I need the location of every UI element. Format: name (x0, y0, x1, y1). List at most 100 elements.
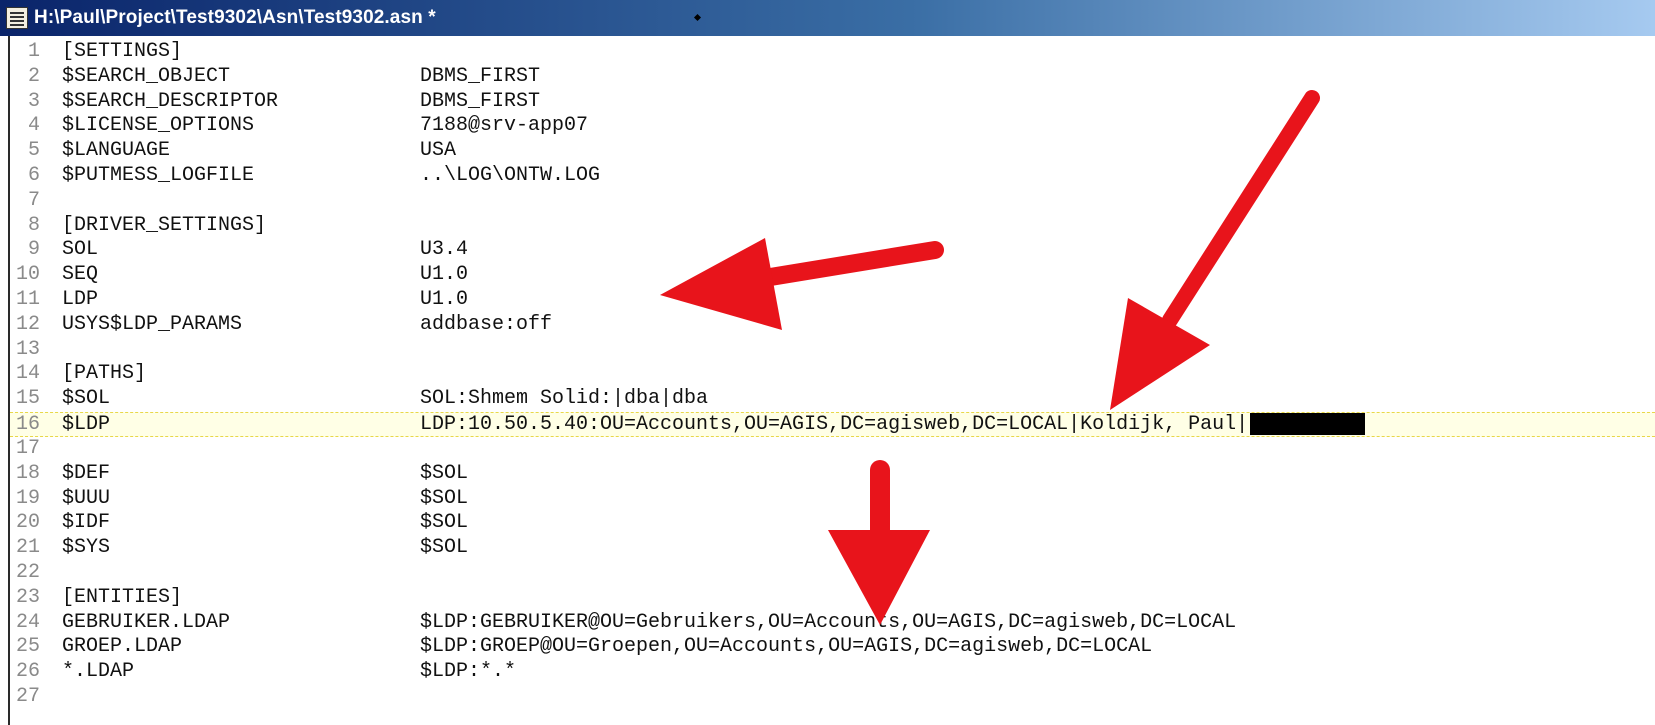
setting-key (62, 437, 420, 462)
editor-window: H:\Paul\Project\Test9302\Asn\Test9302.as… (0, 0, 1655, 725)
line-number: 23 (15, 585, 40, 609)
line-number: 17 (15, 436, 40, 460)
code-line[interactable]: 10 SEQ U1.0 (10, 263, 1655, 288)
setting-key: $SYS (62, 536, 111, 560)
line-number: 13 (15, 337, 40, 361)
setting-value: $SOL (420, 486, 469, 510)
line-number: 24 (15, 610, 40, 634)
code-line[interactable]: 20 $IDF $SOL (10, 511, 1655, 536)
setting-value: 7188@srv-app07 (420, 114, 589, 138)
code-line[interactable]: 21 $SYS $SOL (10, 536, 1655, 561)
setting-value: $SOL (420, 511, 469, 535)
setting-value: SOL:Shmem Solid:|dba|dba (420, 387, 709, 411)
setting-key: $PUTMESS_LOGFILE (62, 163, 255, 187)
setting-key: USYS$LDP_PARAMS (62, 312, 243, 336)
code-line[interactable]: 12 USYS$LDP_PARAMS addbase:off (10, 313, 1655, 338)
code-line[interactable]: 7 (10, 189, 1655, 214)
code-line[interactable]: 6 $PUTMESS_LOGFILE ..\LOG\ONTW.LOG (10, 164, 1655, 189)
setting-value: addbase:off (420, 312, 553, 336)
line-number: 27 (15, 684, 40, 708)
code-line[interactable]: 25 GROEP.LDAP $LDP:GROEP@OU=Groepen,OU=Acc… (10, 635, 1655, 660)
setting-key: *.LDAP (62, 660, 135, 684)
line-number: 19 (15, 486, 40, 510)
line-number: 6 (27, 163, 40, 187)
line-number: 22 (15, 560, 40, 584)
line-number: 9 (27, 238, 40, 262)
cursor-dot-icon (693, 13, 702, 22)
setting-value: $LDP:GEBRUIKER@OU=Gebruikers,OU=Accounts… (420, 610, 1237, 634)
code-line[interactable]: 16 $LDP LDP:10.50.5.40:OU=Accounts,OU=AGIS… (10, 411, 1655, 437)
line-number: 11 (15, 287, 40, 311)
line-number: 18 (15, 461, 40, 485)
setting-value: DBMS_FIRST (420, 89, 541, 113)
setting-key: $UUU (62, 486, 111, 510)
code-line[interactable]: 2 $SEARCH_OBJECT DBMS_FIRST (10, 65, 1655, 90)
code-line[interactable]: 9 SOL U3.4 (10, 238, 1655, 263)
setting-key: [PATHS] (62, 362, 147, 386)
setting-key: [ENTITIES] (62, 585, 183, 609)
setting-key: SOL (62, 238, 99, 262)
code-line[interactable]: 14 [PATHS] (10, 362, 1655, 387)
setting-key: $SEARCH_DESCRIPTOR (62, 89, 279, 113)
setting-value: LDP:10.50.5.40:OU=Accounts,OU=AGIS,DC=ag… (420, 412, 1249, 436)
line-number: 20 (15, 511, 40, 535)
line-number: 21 (15, 536, 40, 560)
setting-value: U1.0 (420, 263, 469, 287)
line-number: 3 (27, 89, 40, 113)
setting-key: $LICENSE_OPTIONS (62, 114, 255, 138)
line-number: 14 (15, 362, 40, 386)
code-line[interactable]: 15 $SOL SOL:Shmem Solid:|dba|dba (10, 387, 1655, 412)
code-line[interactable]: 4 $LICENSE_OPTIONS 7188@srv-app07 (10, 114, 1655, 139)
code-lines: 1 [SETTINGS] 2 $SEARCH_OBJECT DBMS_FIRST 3 $SE… (10, 40, 1655, 710)
line-number: 15 (15, 387, 40, 411)
setting-key: [DRIVER_SETTINGS] (62, 213, 267, 237)
line-number: 7 (27, 188, 40, 212)
setting-value: DBMS_FIRST (420, 64, 541, 88)
code-line[interactable]: 27 (10, 685, 1655, 710)
code-line[interactable]: 19 $UUU $SOL (10, 487, 1655, 512)
setting-key: $LANGUAGE (62, 139, 171, 163)
setting-key: GROEP.LDAP (62, 635, 183, 659)
code-line[interactable]: 18 $DEF $SOL (10, 462, 1655, 487)
document-icon[interactable] (6, 7, 28, 29)
setting-value: ..\LOG\ONTW.LOG (420, 163, 601, 187)
code-line[interactable]: 11 LDP U1.0 (10, 288, 1655, 313)
line-number: 16 (15, 412, 40, 436)
code-line[interactable]: 24 GEBRUIKER.LDAP $LDP:GEBRUIKER@OU=Gebrui… (10, 611, 1655, 636)
setting-key: GEBRUIKER.LDAP (62, 610, 231, 634)
setting-value: U1.0 (420, 287, 469, 311)
setting-key: $DEF (62, 461, 111, 485)
setting-value: USA (420, 139, 457, 163)
setting-key: SEQ (62, 263, 99, 287)
setting-key: $LDP (62, 412, 111, 436)
code-line[interactable]: 1 [SETTINGS] (10, 40, 1655, 65)
line-number: 2 (27, 64, 40, 88)
code-line[interactable]: 8 [DRIVER_SETTINGS] (10, 214, 1655, 239)
line-number: 1 (27, 40, 40, 63)
code-line[interactable]: 17 (10, 437, 1655, 462)
line-number: 5 (27, 139, 40, 163)
setting-key: $SEARCH_OBJECT (62, 64, 231, 88)
line-number: 26 (15, 660, 40, 684)
setting-key: $IDF (62, 511, 111, 535)
setting-key: LDP (62, 287, 99, 311)
line-number: 25 (15, 635, 40, 659)
setting-key (62, 189, 420, 214)
code-line[interactable]: 5 $LANGUAGE USA (10, 139, 1655, 164)
setting-value: $LDP:GROEP@OU=Groepen,OU=Accounts,OU=AGI… (420, 635, 1153, 659)
title-bar[interactable]: H:\Paul\Project\Test9302\Asn\Test9302.as… (0, 0, 1655, 36)
code-line[interactable]: 23 [ENTITIES] (10, 586, 1655, 611)
setting-key (62, 685, 420, 710)
code-line[interactable]: 26 *.LDAP $LDP:*.* (10, 660, 1655, 685)
window-title: H:\Paul\Project\Test9302\Asn\Test9302.as… (34, 7, 436, 28)
setting-value: U3.4 (420, 238, 469, 262)
code-line[interactable]: 3 $SEARCH_DESCRIPTOR DBMS_FIRST (10, 90, 1655, 115)
code-line[interactable]: 22 (10, 561, 1655, 586)
code-line[interactable]: 13 (10, 338, 1655, 363)
setting-key: [SETTINGS] (62, 40, 183, 63)
line-number: 10 (15, 263, 40, 287)
setting-value: $SOL (420, 536, 469, 560)
setting-key: $SOL (62, 387, 111, 411)
setting-value: $LDP:*.* (420, 660, 517, 684)
setting-value: $SOL (420, 461, 469, 485)
